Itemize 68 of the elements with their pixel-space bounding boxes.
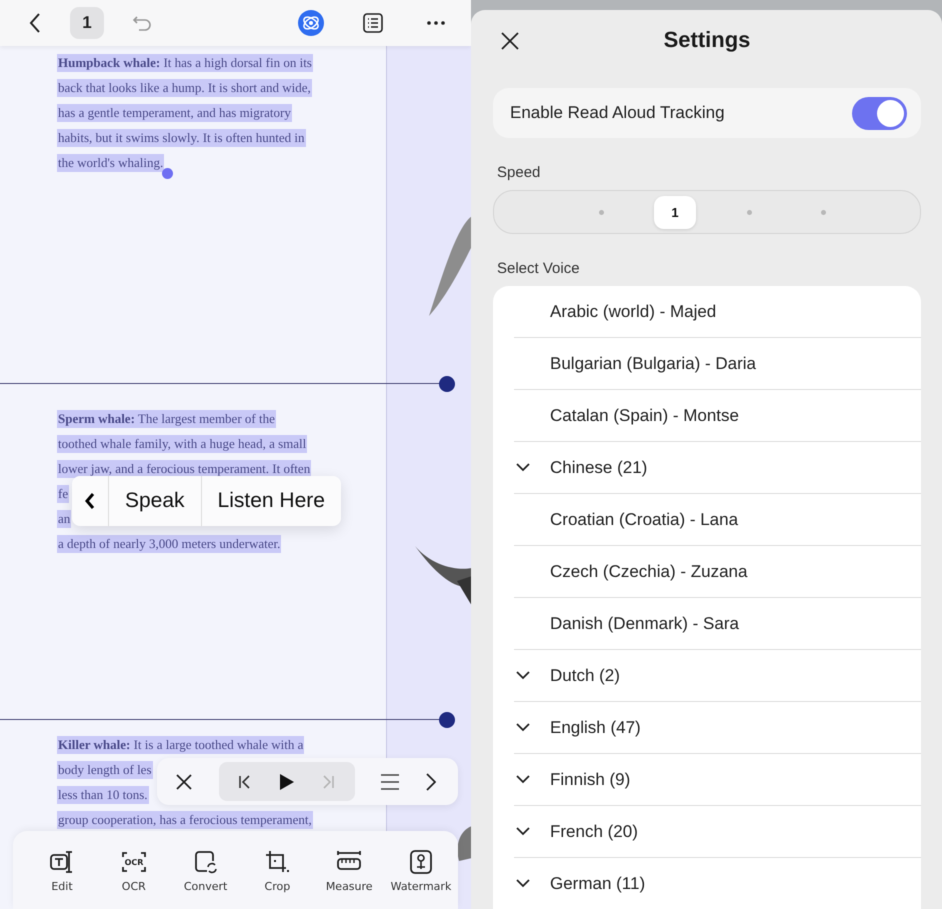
close-icon[interactable]	[176, 774, 192, 790]
tool-button[interactable]: Edit	[29, 849, 95, 909]
undo-icon[interactable]	[132, 14, 152, 32]
stamp-icon	[408, 849, 434, 875]
document-convert-icon	[192, 849, 219, 875]
previous-icon[interactable]	[238, 774, 252, 788]
text-edit-icon	[49, 849, 75, 875]
tool-button[interactable]: OCR OCR	[100, 849, 167, 909]
section-label: Select Voice	[497, 260, 580, 277]
highlighted-text: has a gentle temperament, and has migratory	[57, 104, 292, 122]
chevron-icon[interactable]	[516, 723, 530, 732]
selection-handle[interactable]	[162, 168, 173, 179]
highlighted-text: an	[57, 510, 72, 528]
highlighted-text: Sperm whale: The largest member of the	[57, 410, 276, 428]
chevron-icon[interactable]	[516, 775, 530, 784]
voice-group[interactable]: Dutch (2)	[550, 666, 620, 686]
voice-option[interactable]: Czech (Czechia) - Zuzana	[550, 562, 748, 582]
list-icon[interactable]	[363, 13, 383, 33]
page-number[interactable]: 1	[70, 7, 104, 39]
close-icon[interactable]	[501, 32, 519, 50]
speed-dot[interactable]	[820, 210, 826, 214]
chevron-right-icon[interactable]	[426, 772, 436, 790]
voice-option[interactable]: Danish (Denmark) - Sara	[550, 614, 739, 634]
sheet-title: Settings	[664, 27, 750, 53]
setting-label: Enable Read Aloud Tracking	[510, 103, 725, 123]
highlighted-text: Humpback whale: It has a high dorsal fin on its	[57, 54, 313, 72]
highlighted-text: body length of les	[57, 760, 153, 778]
menu-icon[interactable]	[381, 774, 400, 790]
chevron-left-icon	[84, 492, 96, 510]
more-icon[interactable]	[427, 21, 445, 25]
highlighted-text: lower jaw, and a ferocious temperament. It often	[57, 460, 312, 478]
voice-group[interactable]: Finnish (9)	[550, 770, 630, 790]
highlighted-text: the world's whaling.	[57, 154, 164, 172]
voice-option[interactable]: Arabic (world) - Majed	[550, 302, 716, 322]
menu-item[interactable]: Speak	[108, 476, 201, 526]
voice-option[interactable]: Bulgarian (Bulgaria) - Daria	[550, 354, 756, 374]
menu-item[interactable]: Listen Here	[200, 476, 341, 526]
voice-group[interactable]: French (20)	[550, 822, 638, 842]
voice-group[interactable]: Chinese (21)	[550, 458, 648, 478]
toggle-switch[interactable]	[852, 96, 907, 130]
back-icon[interactable]	[28, 12, 42, 34]
section-label: Speed	[497, 164, 540, 181]
ai-assistant-icon[interactable]	[297, 9, 325, 37]
highlighted-text: less than 10 tons.	[57, 786, 149, 804]
highlighted-text: Killer whale: It is a large toothed whale with a	[57, 736, 304, 754]
speed-dot[interactable]	[746, 210, 752, 214]
speed-dot[interactable]	[598, 210, 604, 214]
highlighted-text: group cooperation, has a ferocious temperament,	[57, 810, 313, 828]
chevron-icon[interactable]	[516, 671, 530, 680]
tool-button[interactable]: Crop	[244, 849, 310, 909]
tool-button[interactable]: Convert	[172, 849, 239, 909]
voice-option[interactable]: Catalan (Spain) - Montse	[550, 406, 739, 426]
voice-group[interactable]: English (47)	[550, 718, 641, 738]
speed-option[interactable]: 1	[654, 196, 696, 228]
play-icon[interactable]	[278, 772, 295, 790]
crop-icon	[264, 849, 290, 875]
highlighted-text: back that looks like a hump. It is short and wide,	[57, 78, 312, 96]
chevron-icon[interactable]	[516, 463, 530, 472]
chevron-icon[interactable]	[516, 879, 530, 888]
voice-group[interactable]: German (11)	[550, 874, 646, 894]
tool-button[interactable]: Watermark	[388, 849, 454, 909]
voice-option[interactable]: Croatian (Croatia) - Lana	[550, 510, 738, 530]
tool-button[interactable]: Measure	[316, 849, 382, 909]
highlighted-text: toothed whale family, with a huge head, a small	[57, 434, 308, 452]
highlighted-text: a depth of nearly 3,000 meters underwater.	[57, 534, 282, 552]
chevron-icon[interactable]	[516, 827, 530, 836]
highlighted-text: fe	[57, 484, 70, 502]
highlighted-text: habits, but it swims slowly. It is often hunted in	[57, 128, 306, 146]
